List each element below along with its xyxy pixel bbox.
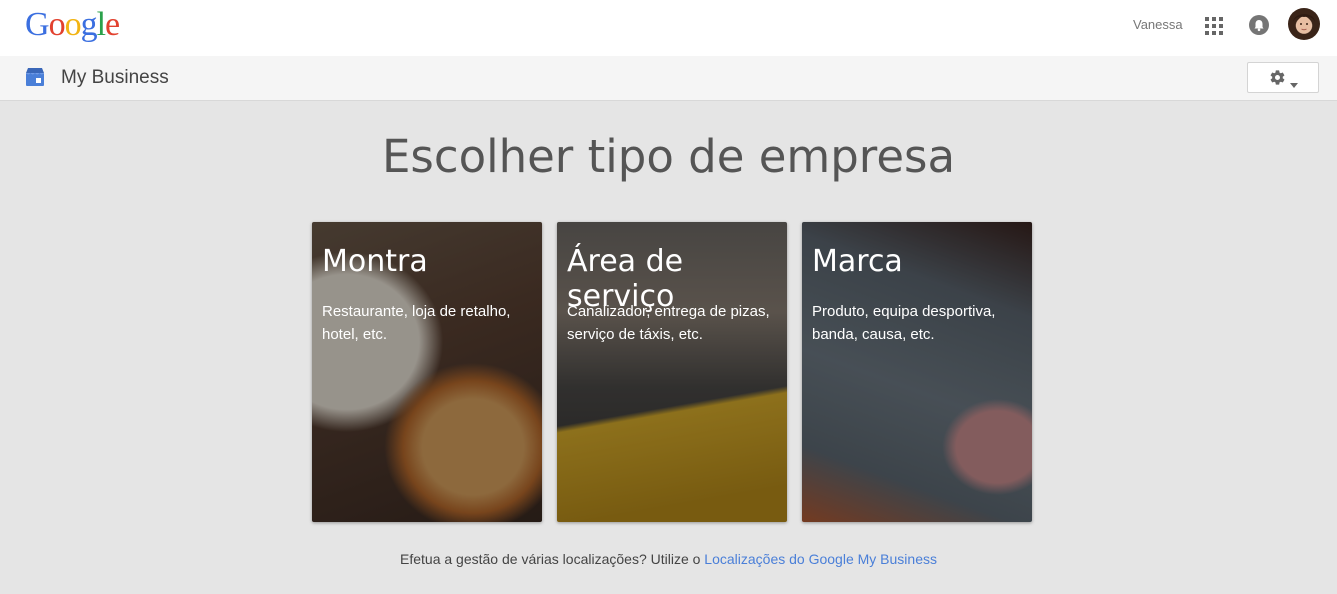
top-bar: Google Vanessa (0, 0, 1337, 56)
card-description: Restaurante, loja de retalho, hotel, etc… (322, 303, 511, 343)
business-type-card-service-area[interactable]: Área de serviço Canalizador, entrega de … (557, 222, 787, 522)
user-name-link[interactable]: Vanessa (1133, 17, 1183, 32)
google-my-business-locations-link[interactable]: Localizações do Google My Business (704, 551, 937, 567)
avatar[interactable] (1288, 8, 1320, 40)
footer-note: Efetua a gestão de várias localizações? … (0, 551, 1337, 567)
settings-button[interactable] (1247, 62, 1319, 93)
logo-letter: e (105, 6, 120, 43)
logo-letter: G (25, 6, 50, 43)
my-business-icon[interactable] (25, 67, 45, 87)
card-title: Montra (322, 244, 428, 279)
logo-letter: o (64, 6, 82, 43)
chevron-down-icon (1290, 75, 1298, 93)
business-type-card-montra[interactable]: Montra Restaurante, loja de retalho, hot… (312, 222, 542, 522)
app-title[interactable]: My Business (61, 67, 169, 89)
gear-icon (1269, 69, 1286, 91)
logo-letter: l (96, 6, 107, 43)
google-logo[interactable]: Google (25, 6, 120, 44)
bell-icon[interactable] (1249, 15, 1269, 35)
footer-text: Efetua a gestão de várias localizações? … (400, 551, 705, 567)
apps-grid-icon[interactable] (1205, 17, 1223, 35)
card-title: Marca (812, 244, 903, 279)
logo-letter: o (48, 6, 66, 43)
page-title: Escolher tipo de empresa (381, 130, 956, 183)
app-bar: My Business (0, 56, 1337, 101)
logo-letter: g (80, 6, 98, 43)
business-type-card-brand[interactable]: Marca Produto, equipa desportiva, banda,… (802, 222, 1032, 522)
card-description: Canalizador, entrega de pizas, serviço d… (567, 303, 770, 343)
card-description: Produto, equipa desportiva, banda, causa… (812, 303, 996, 343)
